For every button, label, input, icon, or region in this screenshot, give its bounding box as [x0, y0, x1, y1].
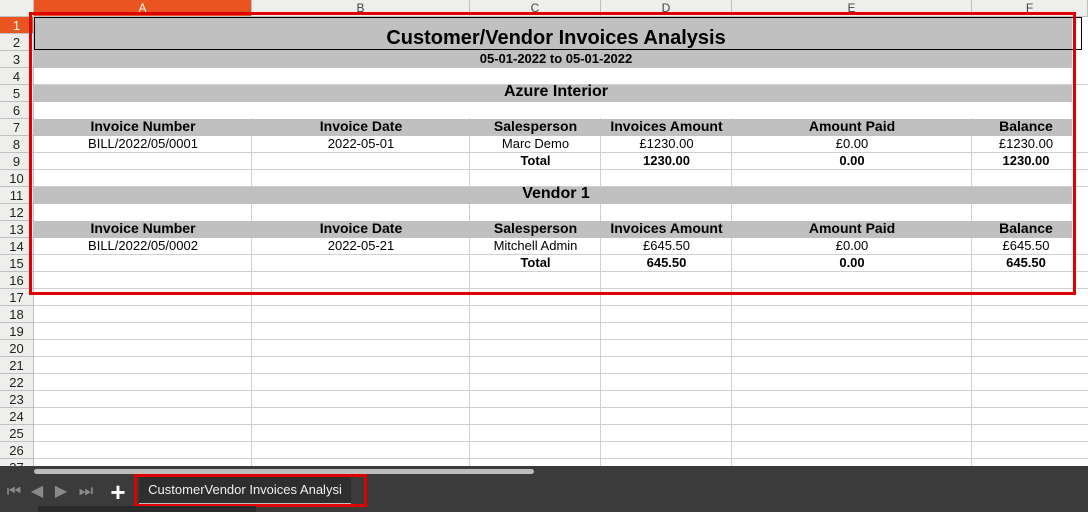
row-header-26[interactable]: 26	[0, 442, 34, 459]
prev-sheet-icon[interactable]: ◀	[27, 482, 47, 502]
report-highlight-box	[29, 12, 1076, 295]
row-header-20[interactable]: 20	[0, 340, 34, 357]
first-sheet-icon[interactable]: ⏮	[4, 482, 24, 502]
row-header-21[interactable]: 21	[0, 357, 34, 374]
sheet-tab-bar: ⏮ ◀ ▶ ⏭ + CustomerVendor Invoices Analys…	[0, 474, 1088, 512]
next-sheet-icon[interactable]: ▶	[51, 482, 71, 502]
row-header-24[interactable]: 24	[0, 408, 34, 425]
row-header-22[interactable]: 22	[0, 374, 34, 391]
status-strip	[38, 506, 256, 512]
row-header-27[interactable]: 27	[0, 459, 34, 466]
row-header-25[interactable]: 25	[0, 425, 34, 442]
spreadsheet-grid[interactable]: A B C D E F 1 2 3 4 5 6 7 8 9 10 11 12 1…	[0, 0, 1088, 466]
plus-icon[interactable]: +	[106, 478, 130, 506]
row-header-23[interactable]: 23	[0, 391, 34, 408]
row-header-19[interactable]: 19	[0, 323, 34, 340]
row-header-18[interactable]: 18	[0, 306, 34, 323]
last-sheet-icon[interactable]: ⏭	[76, 482, 96, 502]
tab-highlight-box	[134, 474, 367, 507]
